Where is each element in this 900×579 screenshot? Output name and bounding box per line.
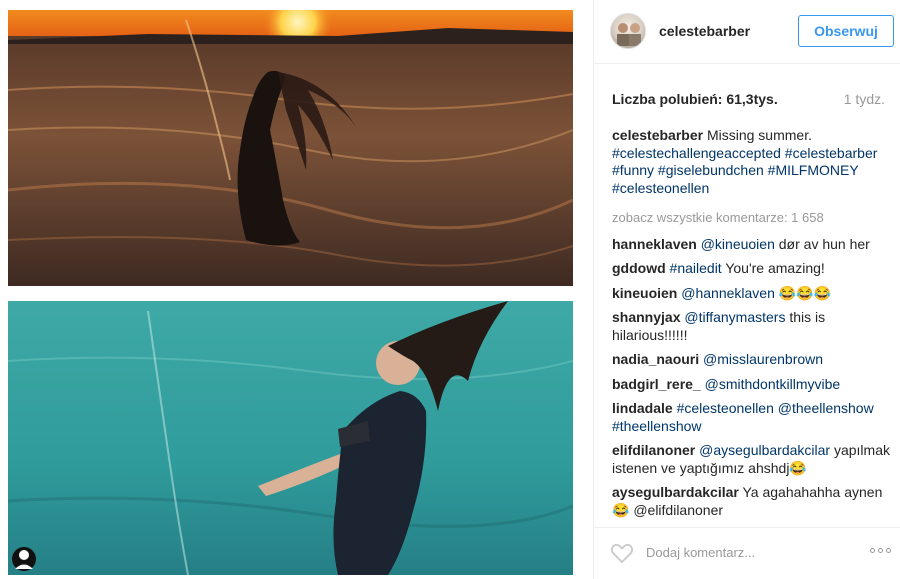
dot bbox=[886, 548, 891, 553]
comment-username[interactable]: gddowd bbox=[612, 260, 666, 276]
more-options-icon[interactable] bbox=[870, 548, 894, 556]
comment-username[interactable]: hanneklaven bbox=[612, 236, 697, 252]
comment-item: nadia_naouri @misslaurenbrown bbox=[612, 351, 894, 369]
comment-item: hanneklaven @kineuoien dør av hun her bbox=[612, 236, 894, 254]
post-header: celestebarber Obserwuj bbox=[594, 0, 900, 64]
add-comment-input[interactable]: Dodaj komentarz... bbox=[646, 545, 755, 560]
comment-username[interactable]: badgirl_rere_ bbox=[612, 376, 701, 392]
comment-item: elifdilanoner @aysegulbardakcilar yapılm… bbox=[612, 442, 894, 477]
caption-username[interactable]: celestebarber bbox=[612, 127, 703, 143]
comment-username[interactable]: aysegulbardakcilar bbox=[612, 484, 739, 500]
comment-mention[interactable]: @smithdontkillmyvibe bbox=[705, 376, 841, 392]
view-all-comments-link[interactable]: zobacz wszystkie komentarze: 1 658 bbox=[612, 209, 894, 227]
comment-mention[interactable]: @tiffanymasters bbox=[684, 309, 785, 325]
comment-text: 😂😂😂 bbox=[778, 284, 832, 301]
comment-username[interactable]: lindadale bbox=[612, 400, 673, 416]
heart-icon[interactable] bbox=[610, 541, 634, 565]
comment-footer: Dodaj komentarz... bbox=[594, 527, 900, 579]
comments-list: celestebarber Missing summer. #celestech… bbox=[612, 127, 894, 526]
comment-text: dør av hun her bbox=[778, 235, 870, 252]
comment-item: shannyjax @tiffanymasters this is hilari… bbox=[612, 309, 894, 344]
comment-username[interactable]: kineuoien bbox=[612, 285, 677, 301]
comment-mention[interactable]: #nailedit bbox=[670, 260, 722, 276]
caption-text: Missing summer. bbox=[706, 127, 812, 143]
post-timestamp[interactable]: 1 tydz. bbox=[844, 91, 885, 107]
comment-item: kineuoien @hanneklaven 😂😂😂 bbox=[612, 285, 894, 303]
post-details-panel: celestebarber Obserwuj Liczba polubień: … bbox=[593, 0, 900, 579]
likes-count[interactable]: Liczba polubień: 61,3tys. bbox=[612, 91, 778, 107]
user-tag-icon[interactable] bbox=[12, 547, 36, 571]
comment-item: badgirl_rere_ @smithdontkillmyvibe bbox=[612, 376, 894, 394]
post-author-username[interactable]: celestebarber bbox=[659, 23, 750, 39]
post-media[interactable] bbox=[0, 0, 593, 579]
comment-username[interactable]: shannyjax bbox=[612, 309, 680, 325]
dot bbox=[870, 548, 875, 553]
post-caption: celestebarber Missing summer. #celestech… bbox=[612, 127, 894, 197]
comment-item: aysegulbardakcilar Ya agahahahha aynen 😂… bbox=[612, 484, 894, 519]
comment-item: gddowd #nailedit You're amazing! bbox=[612, 260, 894, 278]
comment-item: lindadale #celesteonellen @theellenshow … bbox=[612, 400, 894, 435]
follow-button[interactable]: Obserwuj bbox=[798, 15, 894, 47]
comment-mention[interactable]: @aysegulbardakcilar bbox=[699, 442, 830, 458]
comment-mention[interactable]: @hanneklaven bbox=[681, 285, 775, 301]
caption-hashtags[interactable]: #celestechallengeaccepted #celestebarber… bbox=[612, 145, 877, 196]
comment-username[interactable]: nadia_naouri bbox=[612, 351, 699, 367]
avatar[interactable] bbox=[610, 13, 646, 49]
ocean-hair-flip-photo bbox=[8, 301, 573, 575]
dot bbox=[878, 548, 883, 553]
comment-text: You're amazing! bbox=[725, 260, 825, 276]
comment-username[interactable]: elifdilanoner bbox=[612, 442, 695, 458]
likes-row: Liczba polubień: 61,3tys. 1 tydz. bbox=[612, 91, 894, 107]
comment-mention[interactable]: @misslaurenbrown bbox=[703, 351, 823, 367]
comment-mention[interactable]: @kineuoien bbox=[701, 236, 775, 252]
sunset-beach-photo bbox=[8, 10, 573, 286]
